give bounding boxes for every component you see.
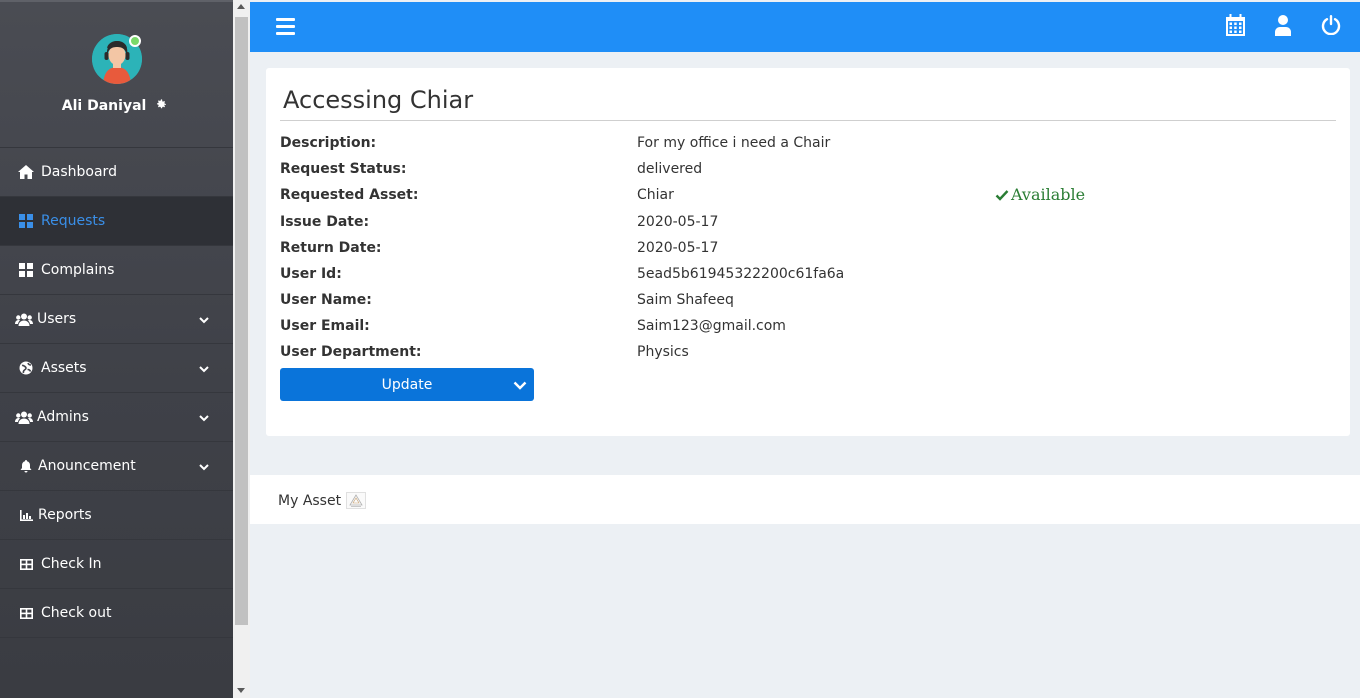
request-detail-card: Accessing Chiar Description: For my offi… [266,68,1350,436]
sidebar-item-admins[interactable]: Admins [0,393,233,442]
availability-badge: Available [995,185,1085,204]
user-profile-icon[interactable] [1275,15,1291,40]
sidebar-item-requests[interactable]: Requests [0,197,233,246]
user-email-value: Saim123@gmail.com [637,318,786,334]
description-value: For my office i need a Chair [637,135,831,151]
scrollbar-thumb[interactable] [235,17,248,625]
sidebar-item-label: Check In [41,556,102,572]
issue-date-value: 2020-05-17 [637,214,719,230]
check-icon [995,189,1009,201]
sidebar-item-label: Check out [41,605,112,621]
sidebar-item-label: Anouncement [38,458,136,474]
footer-brand-text: My Asset [278,493,342,509]
sidebar-item-users[interactable]: Users [0,295,233,344]
table-icon [18,605,34,621]
sidebar-item-label: Admins [37,409,89,425]
sidebar-item-check-in[interactable]: Check In [0,540,233,589]
sidebar-item-label: Reports [38,507,92,523]
users-icon [15,409,33,425]
request-status-label: Request Status: [280,161,407,177]
chart-icon [18,507,34,523]
requested-asset-label: Requested Asset: [280,187,419,203]
chevron-down-icon [199,312,209,328]
title-divider [280,120,1336,121]
sidebar-item-anouncement[interactable]: Anouncement [0,442,233,491]
sidebar-item-reports[interactable]: Reports [0,491,233,540]
request-status-value: delivered [637,161,703,177]
sidebar-item-dashboard[interactable]: Dashboard [0,148,233,197]
description-label: Description: [280,135,377,151]
sidebar-scrollbar[interactable] [233,0,250,698]
chevron-down-icon[interactable] [513,378,527,394]
users-icon [15,311,33,327]
page-title: Accessing Chiar [283,86,474,114]
requested-asset-value: Chiar [637,187,674,203]
availability-text: Available [1011,185,1086,204]
return-date-value: 2020-05-17 [637,240,719,256]
sidebar-item-label: Complains [41,262,115,278]
user-name-label: User Name: [280,292,372,308]
user-name-value: Saim Shafeeq [637,292,734,308]
sidebar-item-label: Requests [41,213,106,229]
footer: My Asset [250,475,1360,524]
online-status-dot [129,35,141,47]
gear-icon[interactable] [156,99,167,113]
scroll-down-arrow-icon[interactable] [237,688,245,693]
user-id-label: User Id: [280,266,342,282]
chevron-down-icon [199,459,209,475]
user-department-value: Physics [637,344,689,360]
profile-name[interactable]: Ali Daniyal [0,98,229,114]
scroll-up-arrow-icon[interactable] [237,4,245,9]
update-dropdown-button[interactable]: Update [280,368,534,401]
home-icon [18,164,34,180]
chevron-down-icon [199,361,209,377]
hamburger-menu-icon[interactable] [276,18,295,39]
sidebar-item-label: Dashboard [41,164,117,180]
globe-icon [18,360,34,376]
sidebar-item-assets[interactable]: Assets [0,344,233,393]
sidebar-item-label: Users [37,311,77,327]
user-email-label: User Email: [280,318,370,334]
sidebar: Ali Daniyal Dashboard Requests Complains… [0,0,233,698]
bell-icon [18,458,34,474]
calendar-icon[interactable] [1226,14,1245,40]
chevron-down-icon [199,410,209,426]
sidebar-item-check-out[interactable]: Check out [0,589,233,638]
issue-date-label: Issue Date: [280,214,370,230]
update-button-label: Update [381,376,433,393]
table-icon [18,556,34,572]
return-date-label: Return Date: [280,240,382,256]
user-id-value: 5ead5b61945322200c61fa6a [637,266,845,282]
user-department-label: User Department: [280,344,422,360]
power-icon[interactable] [1321,15,1341,39]
profile-name-text: Ali Daniyal [61,98,147,114]
grid-icon [18,262,34,278]
sidebar-item-complains[interactable]: Complains [0,246,233,295]
sidebar-item-label: Assets [41,360,87,376]
footer-logo-image [346,492,366,509]
profile-section: Ali Daniyal [0,2,233,148]
grid-icon [18,213,34,229]
top-navbar [250,2,1360,52]
